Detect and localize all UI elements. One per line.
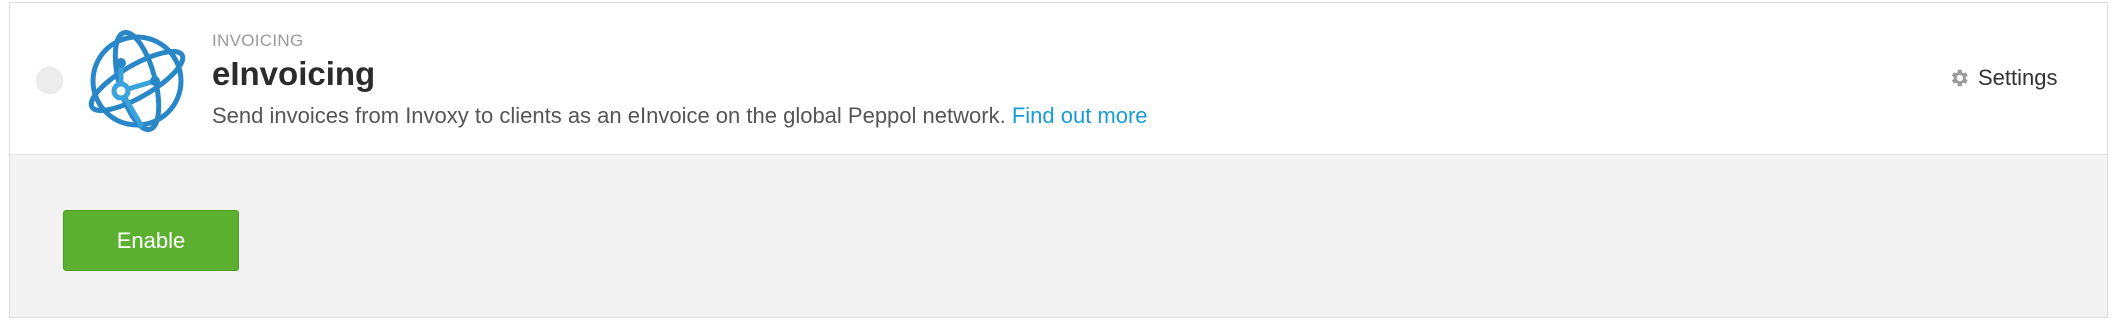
app-category: INVOICING (212, 31, 304, 50)
globe-network-icon (81, 25, 193, 137)
find-out-more-link[interactable]: Find out more (1012, 103, 1148, 128)
status-indicator (36, 67, 63, 94)
enable-button[interactable]: Enable (63, 210, 239, 271)
settings-button[interactable]: Settings (1948, 65, 2058, 91)
settings-label: Settings (1978, 65, 2058, 90)
app-integration-card: INVOICING eInvoicing Send invoices from … (9, 2, 2108, 318)
app-description: Send invoices from Invoxy to clients as … (212, 103, 1148, 129)
card-header: INVOICING eInvoicing Send invoices from … (10, 3, 2107, 155)
app-description-text: Send invoices from Invoxy to clients as … (212, 103, 1006, 128)
app-title: eInvoicing (212, 55, 376, 92)
gear-icon (1948, 67, 1970, 89)
card-body: Enable (10, 155, 2107, 317)
